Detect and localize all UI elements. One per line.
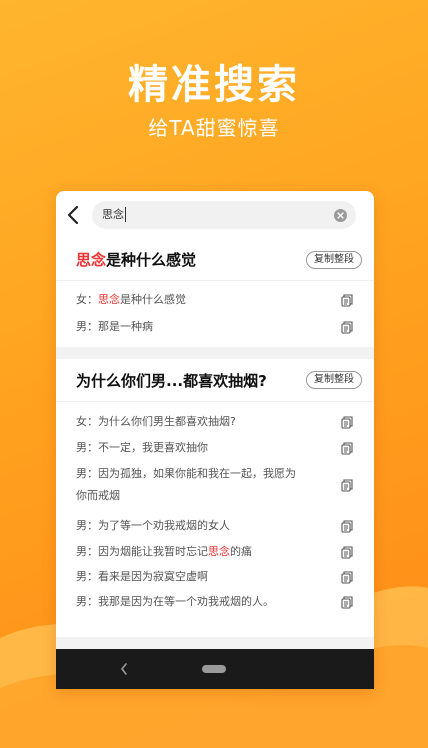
section-gap — [56, 347, 374, 359]
line-text: 男：因为烟能让我暂时忘记思念的痛 — [76, 545, 252, 558]
result-section-2: 为什么你们男...都喜欢抽烟? 复制整段 女：为什么你们男生都喜欢抽烟? 男：不… — [56, 359, 374, 641]
title-text: 为什么你们男...都喜欢抽烟? — [76, 372, 267, 390]
title-highlight: 思念 — [76, 251, 107, 269]
copy-icon[interactable] — [341, 442, 353, 455]
copy-icon[interactable] — [341, 546, 353, 559]
promo-subline: 给TA甜蜜惊喜 — [148, 116, 280, 140]
copy-icon[interactable] — [341, 596, 353, 609]
line-text: 男：不一定，我更喜欢抽你 — [76, 441, 208, 454]
section-gap — [56, 637, 374, 649]
promo-headline: 精准搜索 — [128, 62, 300, 108]
search-input-value[interactable]: 思念 — [102, 207, 126, 222]
line-text: 女：思念是种什么感觉 — [76, 293, 186, 306]
copy-icon[interactable] — [341, 294, 353, 307]
line-text: 男：那是一种病 — [76, 320, 153, 333]
line-text: 男：我那是因为在等一个劝我戒烟的人。 — [76, 595, 274, 608]
copy-icon[interactable] — [341, 416, 353, 429]
search-bar: 思念 — [56, 201, 374, 229]
line-text: 男：看来是因为寂寞空虚啊 — [76, 570, 208, 583]
result-section-1: 思念是种什么感觉 复制整段 女：思念是种什么感觉 男：那是一种病 — [56, 239, 374, 347]
nav-home-pill[interactable] — [202, 665, 226, 673]
copy-paragraph-button[interactable]: 复制整段 — [306, 251, 362, 269]
section-title: 为什么你们男...都喜欢抽烟? — [76, 370, 267, 391]
line-text: 女：为什么你们男生都喜欢抽烟? — [76, 415, 236, 428]
chevron-left-icon[interactable] — [66, 205, 82, 225]
copy-icon[interactable] — [341, 520, 353, 533]
title-text: 是种什么感觉 — [106, 251, 197, 269]
copy-paragraph-button[interactable]: 复制整段 — [306, 371, 362, 389]
section-title: 思念是种什么感觉 — [76, 249, 196, 270]
line-text: 男：因为孤独，如果你能和我在一起，我愿为 — [76, 467, 296, 480]
system-nav-bar — [56, 649, 374, 689]
copy-icon[interactable] — [341, 479, 353, 492]
line-text: 你而戒烟 — [76, 489, 120, 502]
list-item: 男：因为孤独，如果你能和我在一起，我愿为 你而戒烟 — [76, 463, 374, 511]
phone-screen: 思念 思念是种什么感觉 复制整段 女：思念是种什么感觉 男：那是一种病 为什么你… — [56, 191, 374, 689]
copy-icon[interactable] — [341, 321, 353, 334]
clear-icon[interactable] — [334, 209, 347, 222]
search-input[interactable]: 思念 — [92, 201, 356, 229]
line-text: 男：为了等一个劝我戒烟的女人 — [76, 519, 230, 532]
divider — [56, 401, 374, 402]
copy-icon[interactable] — [341, 571, 353, 584]
nav-back-icon[interactable] — [120, 663, 128, 675]
divider — [56, 280, 374, 281]
